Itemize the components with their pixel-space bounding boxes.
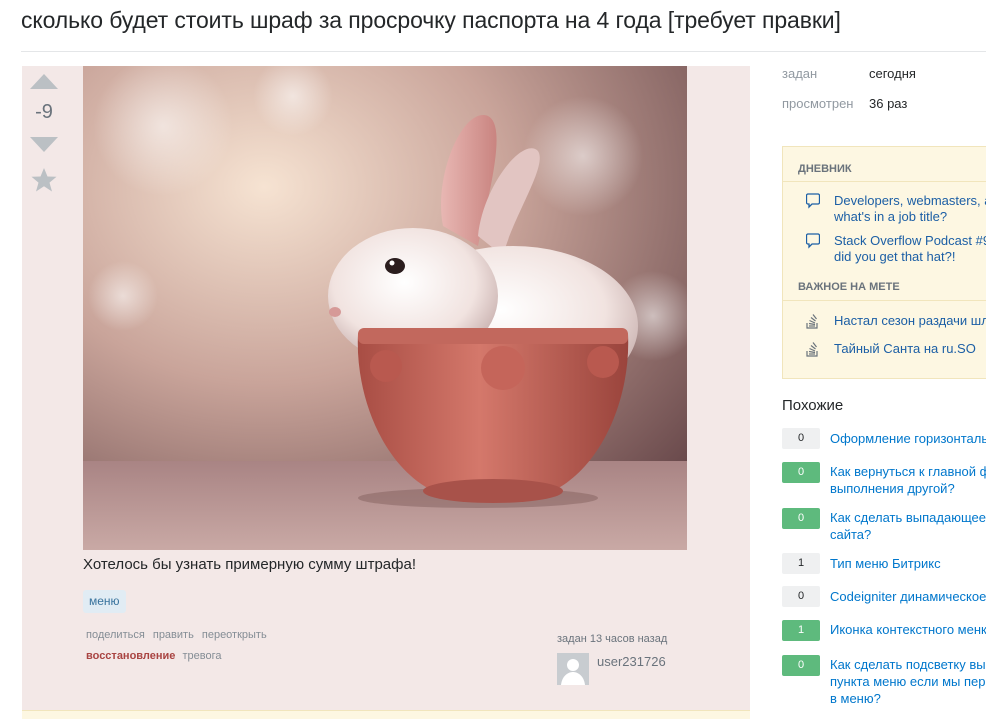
- related-score: 0: [782, 655, 820, 676]
- asked-time: задан 13 часов назад: [557, 633, 668, 645]
- vote-up-icon[interactable]: [30, 74, 58, 89]
- blog-item-1-line2: what's in a job title?: [834, 209, 948, 224]
- widget-divider: [783, 181, 986, 182]
- related-item-7[interactable]: Как сделать подсветку вы пункта меню есл…: [830, 656, 986, 707]
- question-title[interactable]: сколько будет стоить шраф за просрочку п…: [21, 7, 841, 34]
- related-score: 0: [782, 462, 820, 483]
- blog-item-1-line1: Developers, webmasters, a: [834, 193, 986, 208]
- related-score: 0: [782, 508, 820, 529]
- reopen-link[interactable]: переоткрыть: [202, 629, 267, 641]
- related-item-4-line1: Тип меню Битрикс: [830, 556, 941, 571]
- blog-item-2[interactable]: Stack Overflow Podcast #9 did you get th…: [834, 233, 986, 265]
- flag-link[interactable]: тревога: [182, 650, 221, 662]
- related-item-4[interactable]: Тип меню Битрикс: [830, 555, 941, 572]
- vote-down-icon[interactable]: [30, 137, 58, 152]
- post-menu: поделиться править переоткрыть: [86, 629, 272, 641]
- widget-divider: [783, 300, 986, 301]
- favorite-star-icon[interactable]: [31, 167, 57, 193]
- post-notice-strip: [22, 710, 750, 719]
- related-item-2-line1: Как вернуться к главной ф: [830, 464, 986, 479]
- related-item-2-line2: выполнения другой?: [830, 481, 955, 496]
- blog-heading: ДНЕВНИК: [798, 163, 852, 175]
- related-score: 0: [782, 428, 820, 449]
- related-item-7-line1: Как сделать подсветку вы: [830, 657, 986, 672]
- edit-link[interactable]: править: [153, 629, 194, 641]
- stack-overflow-icon: [806, 342, 818, 357]
- speech-bubble-icon: [806, 193, 820, 209]
- avatar[interactable]: [557, 653, 589, 685]
- related-item-7-line3: в меню?: [830, 691, 881, 706]
- flag-row: восстановление тревога: [86, 650, 221, 662]
- restore-link[interactable]: восстановление: [86, 650, 175, 662]
- related-item-3-line1: Как сделать выпадающее: [830, 510, 986, 525]
- meta-item-2[interactable]: Тайный Санта на ru.SO: [834, 341, 976, 357]
- related-item-1-line1: Оформление горизонталь: [830, 431, 986, 446]
- tag-menu[interactable]: меню: [83, 590, 126, 613]
- viewed-label: просмотрен: [782, 96, 854, 111]
- asked-value: сегодня: [869, 66, 916, 81]
- related-item-6-line1: Иконка контекстного менк: [830, 622, 986, 637]
- meta-item-1[interactable]: Настал сезон раздачи шл: [834, 313, 986, 329]
- meta-heading: ВАЖНОЕ НА МЕТЕ: [798, 281, 900, 293]
- title-divider: [21, 51, 986, 52]
- related-score: 0: [782, 586, 820, 607]
- asked-label: задан: [782, 66, 818, 81]
- related-item-5-line1: Codeigniter динамическое: [830, 589, 986, 604]
- related-item-6[interactable]: Иконка контекстного менк: [830, 621, 986, 638]
- bunny-in-cup-photo: [83, 66, 687, 550]
- stack-overflow-icon: [806, 314, 818, 329]
- related-item-3-line2: сайта?: [830, 527, 872, 542]
- blog-item-1[interactable]: Developers, webmasters, a what's in a jo…: [834, 193, 986, 225]
- blog-item-2-line1: Stack Overflow Podcast #9: [834, 233, 986, 248]
- related-item-3[interactable]: Как сделать выпадающее сайта?: [830, 509, 986, 543]
- vote-count: -9: [35, 101, 53, 123]
- blog-item-2-line2: did you get that hat?!: [834, 249, 956, 264]
- sidebar-community-widget: ДНЕВНИК Developers, webmasters, a what's…: [782, 146, 986, 379]
- related-score: 1: [782, 553, 820, 574]
- related-score: 1: [782, 620, 820, 641]
- related-item-1[interactable]: Оформление горизонталь: [830, 430, 986, 447]
- related-item-7-line2: пункта меню если мы пере: [830, 674, 986, 689]
- share-link[interactable]: поделиться: [86, 629, 145, 641]
- user-name-link[interactable]: user231726: [597, 654, 666, 669]
- question-body-text: Хотелось бы узнать примерную сумму штраф…: [83, 556, 416, 573]
- related-item-2[interactable]: Как вернуться к главной ф выполнения дру…: [830, 463, 986, 497]
- speech-bubble-icon: [806, 233, 820, 249]
- related-item-5[interactable]: Codeigniter динамическое: [830, 588, 986, 605]
- related-heading: Похожие: [782, 397, 844, 414]
- viewed-value: 36 раз: [869, 96, 908, 111]
